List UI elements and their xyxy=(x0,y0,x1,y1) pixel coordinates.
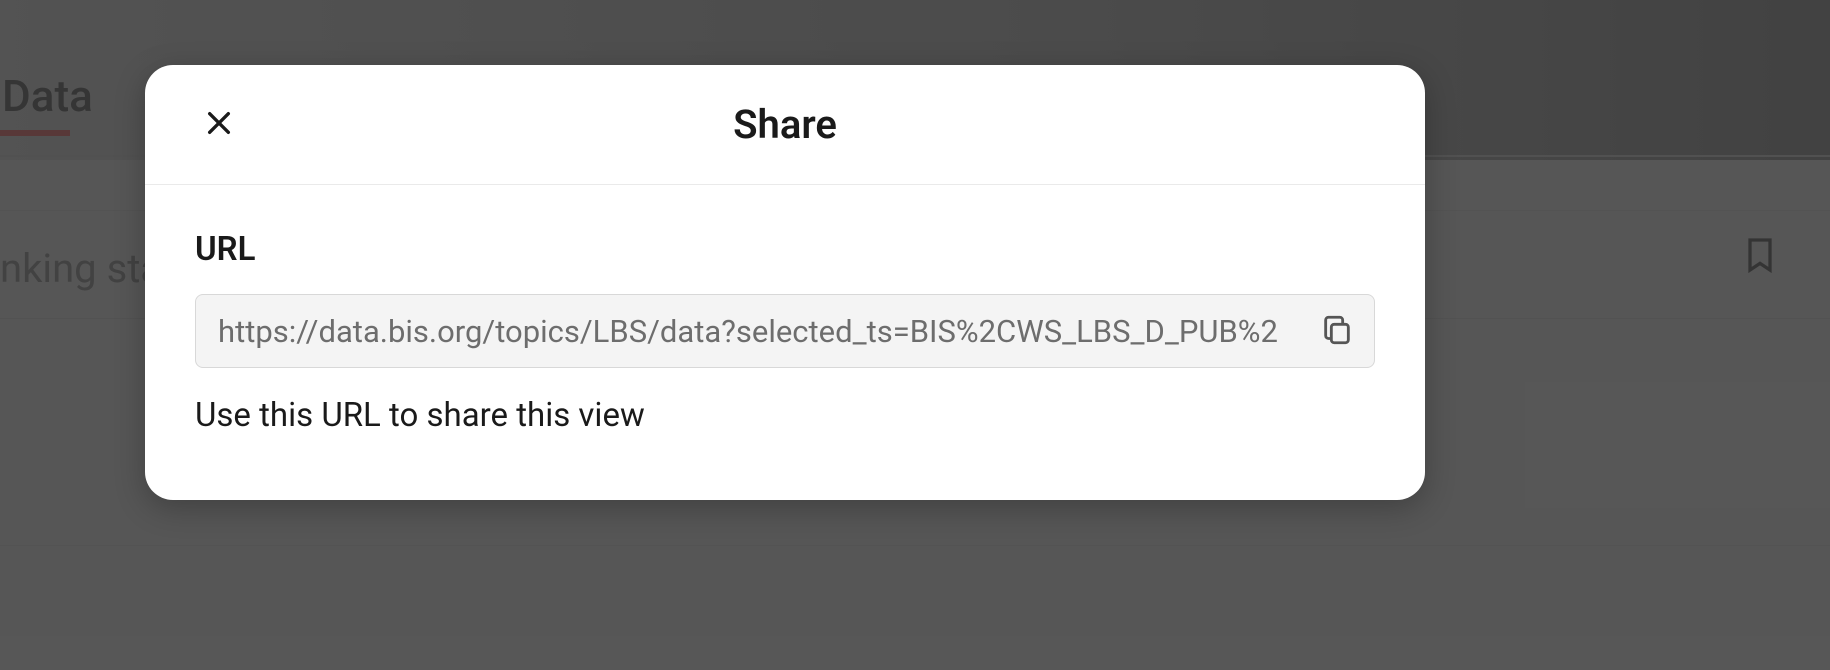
url-field-row xyxy=(195,294,1375,368)
dialog-body: URL Use this URL to share this view xyxy=(145,185,1425,475)
url-hint: Use this URL to share this view xyxy=(195,396,1375,435)
copy-icon xyxy=(1320,313,1354,350)
copy-button[interactable] xyxy=(1300,295,1374,367)
url-input[interactable] xyxy=(196,295,1300,367)
url-label: URL xyxy=(195,230,1375,269)
dialog-header: Share xyxy=(145,65,1425,185)
close-icon xyxy=(203,107,235,142)
close-button[interactable] xyxy=(195,101,243,149)
dialog-title: Share xyxy=(733,101,837,148)
share-dialog: Share URL Use this URL to share this vie… xyxy=(145,65,1425,500)
